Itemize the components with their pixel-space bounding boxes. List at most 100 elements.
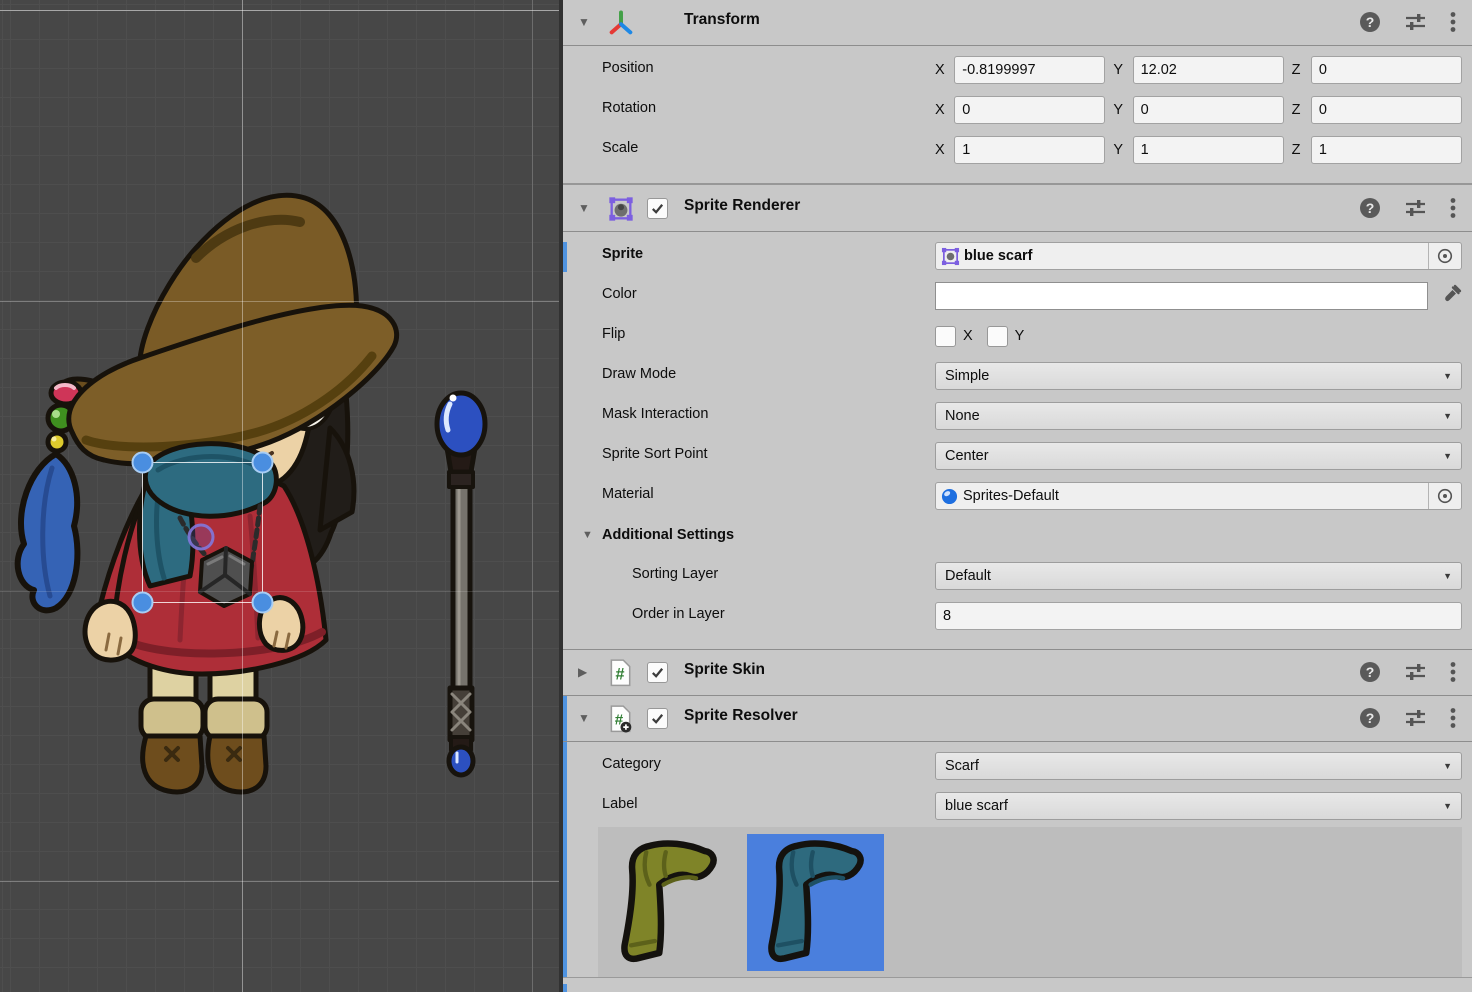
draw-mode-dropdown[interactable]: Simple ▼ [935,362,1462,390]
axis-z-label: Z [1292,102,1304,118]
chevron-down-icon: ▼ [1443,371,1452,381]
presets-icon[interactable] [1404,198,1427,218]
presets-icon[interactable] [1404,662,1427,682]
scale-x-field[interactable] [954,136,1105,164]
foldout-icon[interactable]: ▶ [578,665,587,679]
svg-text:?: ? [1366,200,1375,216]
flip-label: Flip [602,326,625,342]
scale-z-field[interactable] [1311,136,1462,164]
axis-x-label: X [935,142,947,158]
selection-handle-bottom-left[interactable] [133,593,153,613]
transform-header[interactable]: ▼ Transform ? [563,0,1472,45]
chevron-down-icon: ▼ [1443,411,1452,421]
additional-settings-row[interactable]: ▼ Additional Settings [563,523,1472,551]
position-x-field[interactable] [954,56,1105,84]
presets-icon[interactable] [1404,708,1427,728]
label-label: Label [602,796,637,812]
component-enabled-checkbox[interactable] [647,662,668,683]
draw-mode-label: Draw Mode [602,366,676,382]
mask-interaction-dropdown[interactable]: None ▼ [935,402,1462,430]
flip-x-label: X [963,328,973,344]
chevron-down-icon: ▼ [1443,801,1452,811]
object-picker-icon[interactable] [1428,243,1461,269]
foldout-icon[interactable]: ▼ [578,201,590,215]
script-plus-icon: # [607,705,635,733]
selection-handle-bottom-right[interactable] [253,593,273,613]
component-title: Transform [684,11,760,29]
kebab-menu-icon[interactable] [1450,11,1456,33]
color-swatch[interactable] [935,282,1428,310]
sprite-resolver-header[interactable]: ▼ # Sprite Resolver ? [563,696,1472,741]
sprite-sort-point-label: Sprite Sort Point [602,446,708,462]
scale-y-field[interactable] [1133,136,1284,164]
order-in-layer-field[interactable] [935,602,1462,630]
component-enabled-checkbox[interactable] [647,198,668,219]
help-icon[interactable]: ? [1359,661,1381,683]
help-icon[interactable]: ? [1359,11,1381,33]
selection-handle-top-right[interactable] [253,453,273,473]
component-enabled-checkbox[interactable] [647,708,668,729]
sprite-skin-header[interactable]: ▶ # Sprite Skin ? [563,650,1472,695]
kebab-menu-icon[interactable] [1450,707,1456,729]
presets-icon[interactable] [1404,12,1427,32]
material-object-field[interactable]: Sprites-Default [935,482,1462,510]
help-icon[interactable]: ? [1359,707,1381,729]
mask-interaction-label: Mask Interaction [602,406,708,422]
axis-y-label: Y [1113,142,1125,158]
help-icon[interactable]: ? [1359,197,1381,219]
rotation-x-field[interactable] [954,96,1105,124]
kebab-menu-icon[interactable] [1450,197,1456,219]
foldout-icon[interactable]: ▼ [582,529,593,541]
axis-x-label: X [935,62,947,78]
selection-handle-top-left[interactable] [133,453,153,473]
flip-x-checkbox[interactable] [935,326,956,347]
selection-rect [143,463,263,603]
sprite-row: Sprite blue scarf [563,242,1472,270]
green-scarf-thumbnail[interactable] [600,834,737,971]
rotation-z-field[interactable] [1311,96,1462,124]
component-title: Sprite Skin [684,661,765,679]
mask-interaction-value: None [945,408,980,424]
axis-z-label: Z [1292,62,1304,78]
sprite-renderer-header[interactable]: ▼ Sprite Renderer ? [563,186,1472,231]
svg-text:#: # [616,665,625,683]
label-dropdown[interactable]: blue scarf ▼ [935,792,1462,820]
position-y-field[interactable] [1133,56,1284,84]
blue-scarf-thumbnail[interactable] [747,834,884,971]
category-row: Category Scarf ▼ [563,752,1472,780]
foldout-icon[interactable]: ▼ [578,711,590,725]
sprite-renderer-icon [607,195,635,223]
script-icon: # [607,659,635,687]
sorting-layer-label: Sorting Layer [632,566,718,582]
flip-y-label: Y [1015,328,1025,344]
scale-label: Scale [602,140,638,156]
axis-z-label: Z [1292,142,1304,158]
eyedropper-icon[interactable] [1442,284,1462,308]
kebab-menu-icon[interactable] [1450,661,1456,683]
svg-text:?: ? [1366,664,1375,680]
sprite-sort-point-row: Sprite Sort Point Center ▼ [563,442,1472,470]
material-label: Material [602,486,654,502]
order-in-layer-row: Order in Layer [563,602,1472,630]
position-label: Position [602,60,654,76]
selection-overlay [0,0,559,992]
position-row: Position X Y Z [563,56,1472,84]
sprite-label: Sprite [602,246,643,262]
sorting-layer-dropdown[interactable]: Default ▼ [935,562,1462,590]
scene-view[interactable] [0,0,559,992]
rotation-y-field[interactable] [1133,96,1284,124]
chevron-down-icon: ▼ [1443,571,1452,581]
position-z-field[interactable] [1311,56,1462,84]
draw-mode-value: Simple [945,368,989,384]
foldout-icon[interactable]: ▼ [578,15,590,29]
category-dropdown[interactable]: Scarf ▼ [935,752,1462,780]
sprite-object-field[interactable]: blue scarf [935,242,1462,270]
sprite-sort-point-dropdown[interactable]: Center ▼ [935,442,1462,470]
chevron-down-icon: ▼ [1443,761,1452,771]
component-title: Sprite Resolver [684,707,798,725]
unity-editor: ▼ Transform ? [0,0,1472,992]
rotation-row: Rotation X Y Z [563,96,1472,124]
object-picker-icon[interactable] [1428,483,1461,509]
label-value: blue scarf [945,798,1008,814]
flip-y-checkbox[interactable] [987,326,1008,347]
